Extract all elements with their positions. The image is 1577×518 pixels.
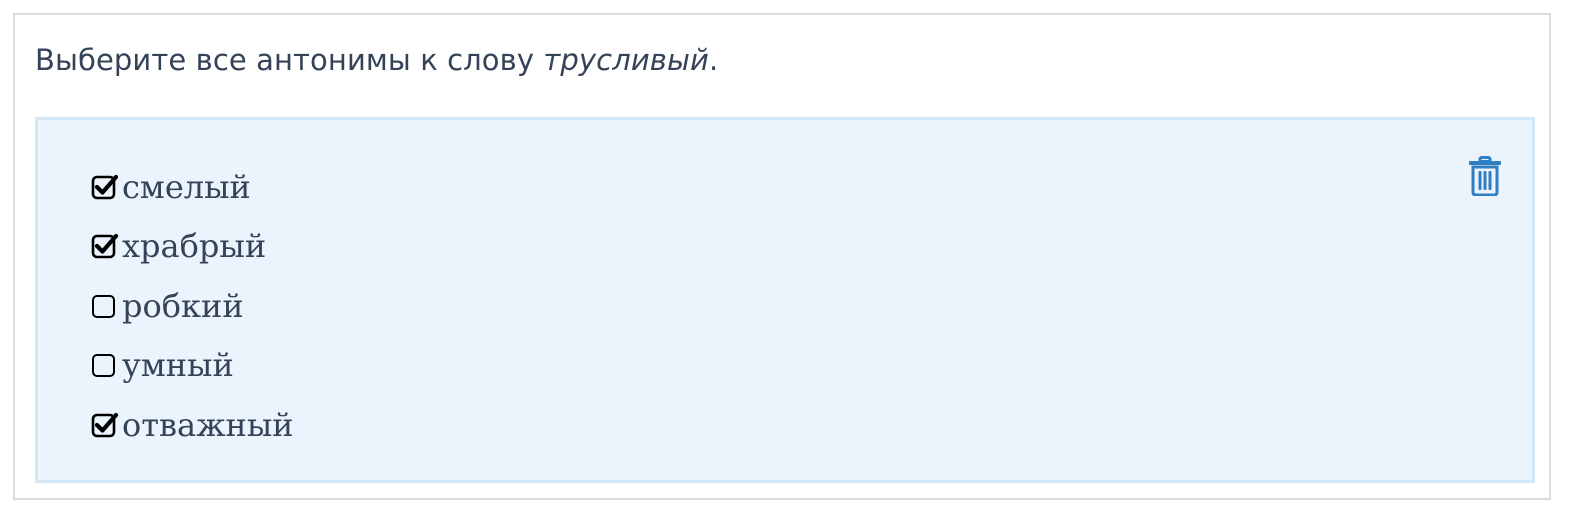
option-smelyi[interactable]: смелый: [90, 158, 294, 218]
option-robkii[interactable]: робкий: [90, 277, 294, 337]
question-text: Выберите все антонимы к слову трусливый.: [35, 43, 718, 77]
options-list: смелый храбрый робкий умный отважный: [90, 158, 294, 456]
delete-button[interactable]: [1468, 156, 1502, 197]
checkbox[interactable]: [90, 232, 120, 262]
option-khrabryi[interactable]: храбрый: [90, 218, 294, 278]
checkbox-unchecked-icon: [92, 294, 115, 318]
trash-icon: [1469, 156, 1501, 197]
option-label: робкий: [122, 286, 244, 325]
question-prefix: Выберите все антонимы к слову: [35, 43, 544, 77]
checkbox[interactable]: [90, 351, 120, 381]
question-target-word: трусливый: [543, 43, 709, 77]
checkbox-checked-icon: [91, 234, 119, 259]
option-label: храбрый: [122, 227, 267, 266]
option-label: смелый: [122, 167, 251, 206]
checkbox-checked-icon: [91, 412, 119, 438]
option-otvazhnyi[interactable]: отважный: [90, 396, 294, 456]
option-label: умный: [122, 346, 234, 385]
checkbox[interactable]: [90, 292, 120, 322]
checkbox-checked-icon: [91, 174, 119, 200]
checkbox-unchecked-icon: [92, 354, 115, 378]
option-label: отважный: [122, 405, 294, 444]
checkbox[interactable]: [90, 411, 120, 441]
option-umnyi[interactable]: умный: [90, 337, 294, 397]
answer-box: смелый храбрый робкий умный отважный: [35, 117, 1535, 483]
question-card: Выберите все антонимы к слову трусливый.…: [13, 13, 1551, 500]
checkbox[interactable]: [90, 173, 120, 203]
question-suffix: .: [708, 43, 719, 77]
